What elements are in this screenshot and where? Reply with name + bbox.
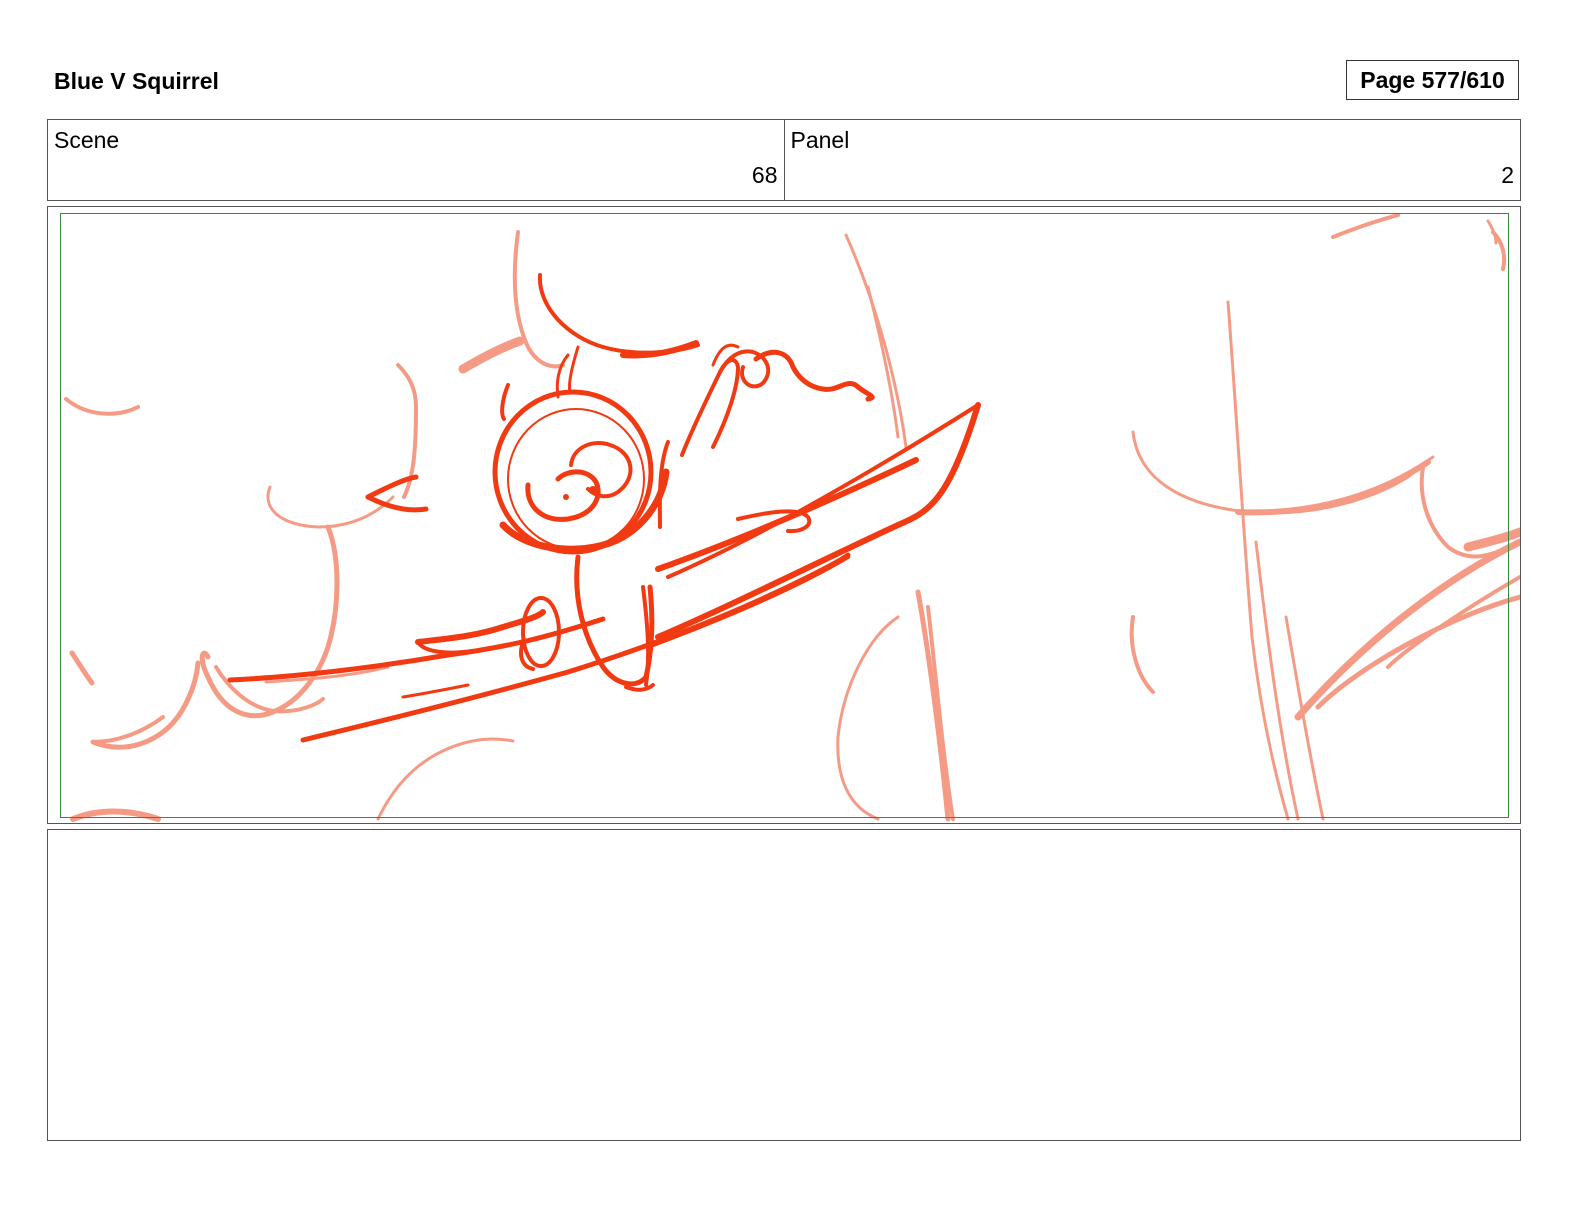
scene-label: Scene — [54, 127, 120, 153]
panel-cell: Panel 2 — [783, 120, 1521, 200]
character-sketch-lines — [227, 273, 981, 743]
scene-cell: Scene 68 — [48, 120, 784, 200]
panel-sketch — [64, 213, 1520, 822]
project-title: Blue V Squirrel — [54, 68, 219, 94]
scene-number: 68 — [751, 162, 778, 188]
scene-panel-info: Scene 68 Panel 2 — [47, 119, 1521, 201]
panel-number: 2 — [1501, 162, 1514, 188]
panel-notes-area — [47, 829, 1521, 1141]
panel-label: Panel — [790, 127, 850, 153]
storyboard-panel — [47, 206, 1521, 824]
page-number: Page 577/610 — [1346, 60, 1519, 100]
